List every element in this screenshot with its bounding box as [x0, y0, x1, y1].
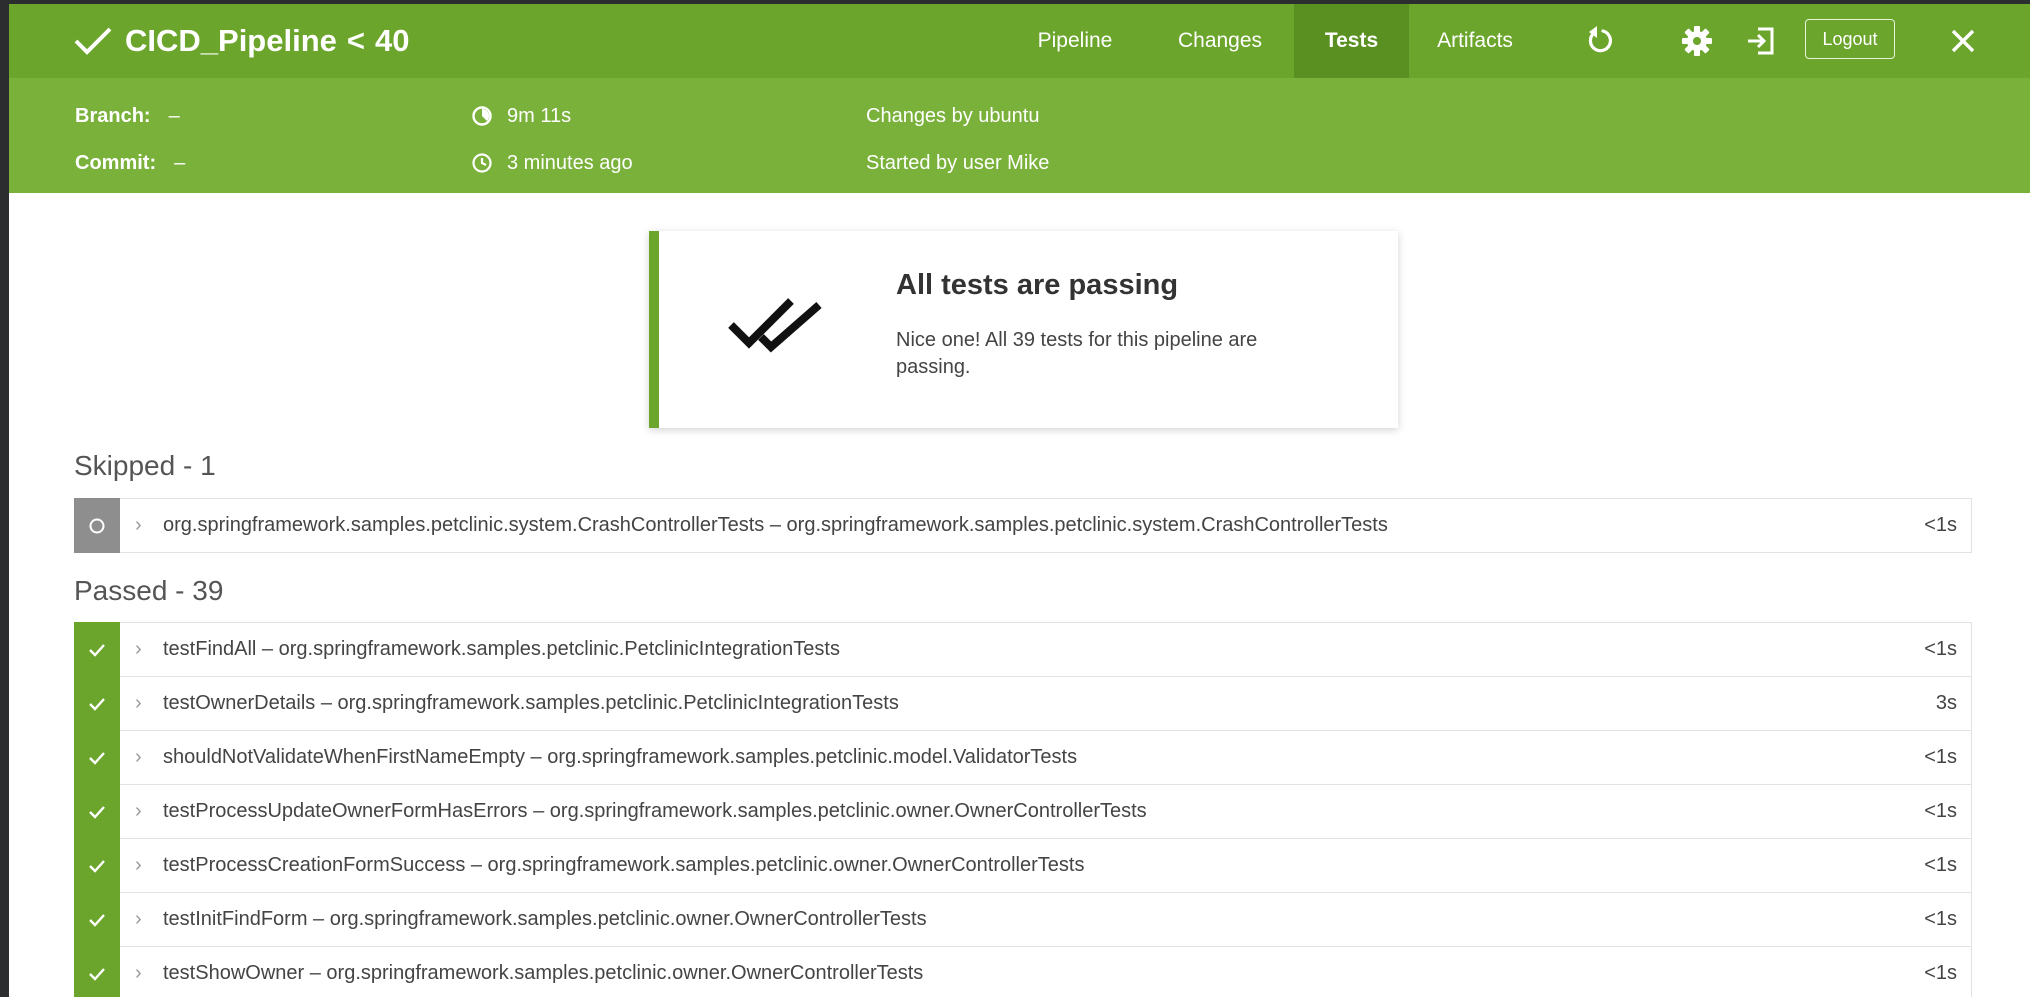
- summary-title: All tests are passing: [896, 269, 1179, 301]
- chevron-right-icon[interactable]: ›: [135, 731, 142, 784]
- test-duration: <1s: [1924, 800, 1957, 822]
- tests-summary-card: All tests are passing Nice one! All 39 t…: [649, 231, 1398, 428]
- passed-test-row[interactable]: › testShowOwner – org.springframework.sam…: [74, 946, 1972, 997]
- test-duration: <1s: [1924, 908, 1957, 930]
- chevron-right-icon[interactable]: ›: [135, 893, 142, 946]
- tab-artifacts[interactable]: Artifacts: [1409, 4, 1541, 78]
- replay-icon[interactable]: [1583, 24, 1617, 58]
- test-duration: <1s: [1924, 746, 1957, 768]
- tab-tests[interactable]: Tests: [1294, 4, 1409, 78]
- sign-in-icon[interactable]: [1744, 24, 1778, 58]
- pipeline-name-link[interactable]: CICD_Pipeline: [125, 23, 337, 59]
- skipped-section-title: Skipped - 1: [74, 450, 216, 481]
- check-icon: [89, 805, 105, 819]
- test-name: testShowOwner – org.springframework.samp…: [163, 962, 924, 984]
- passed-status: [74, 892, 120, 947]
- branch-label: Branch:: [75, 104, 151, 127]
- test-duration: 3s: [1935, 692, 1957, 714]
- passed-status: [74, 838, 120, 893]
- commit-value: –: [174, 151, 186, 174]
- check-icon: [89, 859, 105, 873]
- passed-status: [74, 676, 120, 731]
- tab-pipeline[interactable]: Pipeline: [1009, 4, 1141, 78]
- check-icon: [89, 967, 105, 981]
- test-duration: <1s: [1924, 962, 1957, 984]
- test-name: testProcessUpdateOwnerFormHasErrors – or…: [163, 800, 1147, 822]
- passed-test-row[interactable]: › testFindAll – org.springframework.sampl…: [74, 622, 1972, 677]
- logout-button[interactable]: Logout: [1805, 19, 1895, 59]
- started-info: 3 minutes ago: [471, 149, 633, 177]
- branch-info: Branch: –: [75, 102, 180, 130]
- commit-label: Commit:: [75, 151, 157, 174]
- passed-test-row[interactable]: › testOwnerDetails – org.springframework.…: [74, 676, 1972, 731]
- test-name: testOwnerDetails – org.springframework.s…: [163, 692, 899, 714]
- check-icon: [89, 913, 105, 927]
- passed-status: [74, 730, 120, 785]
- skipped-status: [74, 498, 120, 553]
- title-separator: <: [346, 23, 365, 58]
- branch-value: –: [168, 104, 180, 127]
- skipped-circle-icon: [89, 518, 105, 533]
- passed-test-row[interactable]: › testProcessUpdateOwnerFormHasErrors – o…: [74, 784, 1972, 839]
- test-name: org.springframework.samples.petclinic.sy…: [163, 514, 1388, 536]
- commit-info: Commit: –: [75, 149, 185, 177]
- chevron-right-icon[interactable]: ›: [135, 785, 142, 838]
- duration-icon: [472, 106, 492, 126]
- pipeline-title: CICD_Pipeline < 40: [73, 18, 409, 64]
- started-by-info: Started by user Mike: [866, 151, 1050, 174]
- duration-value: 9m 11s: [507, 104, 572, 127]
- chevron-right-icon[interactable]: ›: [135, 677, 142, 730]
- top-bar: CICD_Pipeline < 40 Pipeline Changes Test…: [9, 4, 2030, 78]
- passed-test-row[interactable]: › testProcessCreationFormSuccess – org.sp…: [74, 838, 1972, 893]
- close-icon[interactable]: [1946, 24, 1980, 58]
- test-duration: <1s: [1924, 514, 1957, 536]
- test-name: testFindAll – org.springframework.sample…: [163, 638, 840, 660]
- chevron-right-icon[interactable]: ›: [135, 947, 142, 997]
- passed-test-row[interactable]: › shouldNotValidateWhenFirstNameEmpty – o…: [74, 730, 1972, 785]
- gear-icon[interactable]: [1680, 24, 1714, 58]
- test-name: testInitFindForm – org.springframework.s…: [163, 908, 927, 930]
- changes-info: Changes by ubuntu: [866, 104, 1040, 127]
- test-name: shouldNotValidateWhenFirstNameEmpty – or…: [163, 746, 1078, 768]
- chevron-right-icon[interactable]: ›: [135, 839, 142, 892]
- check-icon: [89, 643, 105, 657]
- skipped-test-row[interactable]: › org.springframework.samples.petclinic.…: [74, 498, 1972, 553]
- app-window: CICD_Pipeline < 40 Pipeline Changes Test…: [9, 4, 2030, 997]
- test-duration: <1s: [1924, 854, 1957, 876]
- check-icon: [89, 697, 105, 711]
- chevron-right-icon[interactable]: ›: [135, 623, 142, 676]
- passed-test-row[interactable]: › testInitFindForm – org.springframework.…: [74, 892, 1972, 947]
- run-details-bar: Branch: – Commit: – 9m 11s 3 minutes ago…: [9, 78, 2030, 193]
- clock-icon: [472, 153, 492, 173]
- started-value: 3 minutes ago: [507, 151, 633, 174]
- tab-changes[interactable]: Changes: [1141, 4, 1299, 78]
- passed-status: [74, 784, 120, 839]
- duration-info: 9m 11s: [471, 102, 571, 130]
- run-number: 40: [375, 23, 410, 58]
- chevron-right-icon[interactable]: ›: [135, 499, 142, 552]
- success-check-icon: [74, 27, 112, 55]
- passed-status: [74, 946, 120, 997]
- passed-status: [74, 622, 120, 677]
- passed-section-title: Passed - 39: [74, 575, 224, 606]
- double-check-icon: [728, 298, 822, 353]
- test-duration: <1s: [1924, 638, 1957, 660]
- test-name: testProcessCreationFormSuccess – org.spr…: [163, 854, 1085, 876]
- summary-text: Nice one! All 39 tests for this pipeline…: [896, 329, 1258, 378]
- check-icon: [89, 751, 105, 765]
